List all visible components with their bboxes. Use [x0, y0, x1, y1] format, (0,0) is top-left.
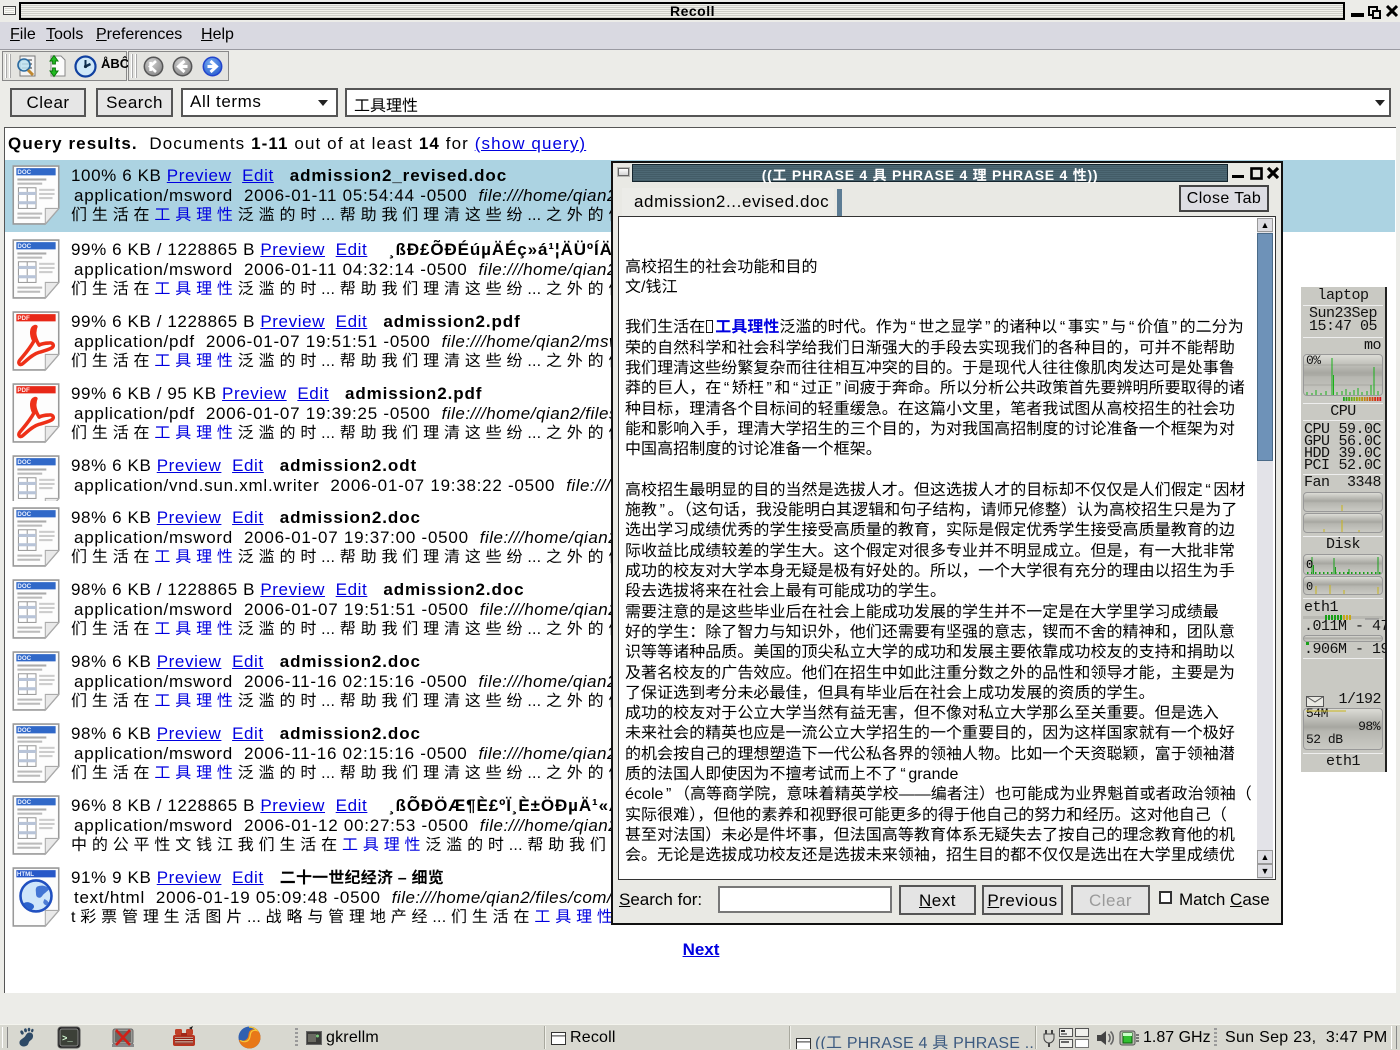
svg-text:PDF: PDF	[17, 387, 30, 394]
svg-text:0: 0	[1306, 580, 1313, 594]
svg-text:>_: >_	[62, 1034, 73, 1044]
svg-text:0: 0	[1306, 558, 1313, 572]
svg-text:DOC: DOC	[17, 655, 31, 662]
svg-text:DOC: DOC	[17, 511, 31, 518]
svg-text:DOC: DOC	[17, 727, 31, 734]
svg-text:HTML: HTML	[17, 871, 34, 878]
svg-text:DOC: DOC	[17, 799, 31, 806]
svg-text:DOC: DOC	[17, 243, 31, 250]
svg-text:DOC: DOC	[17, 583, 31, 590]
svg-text:DOC: DOC	[17, 169, 31, 176]
svg-text:PDF: PDF	[17, 315, 30, 322]
svg-text:DOC: DOC	[17, 459, 31, 466]
